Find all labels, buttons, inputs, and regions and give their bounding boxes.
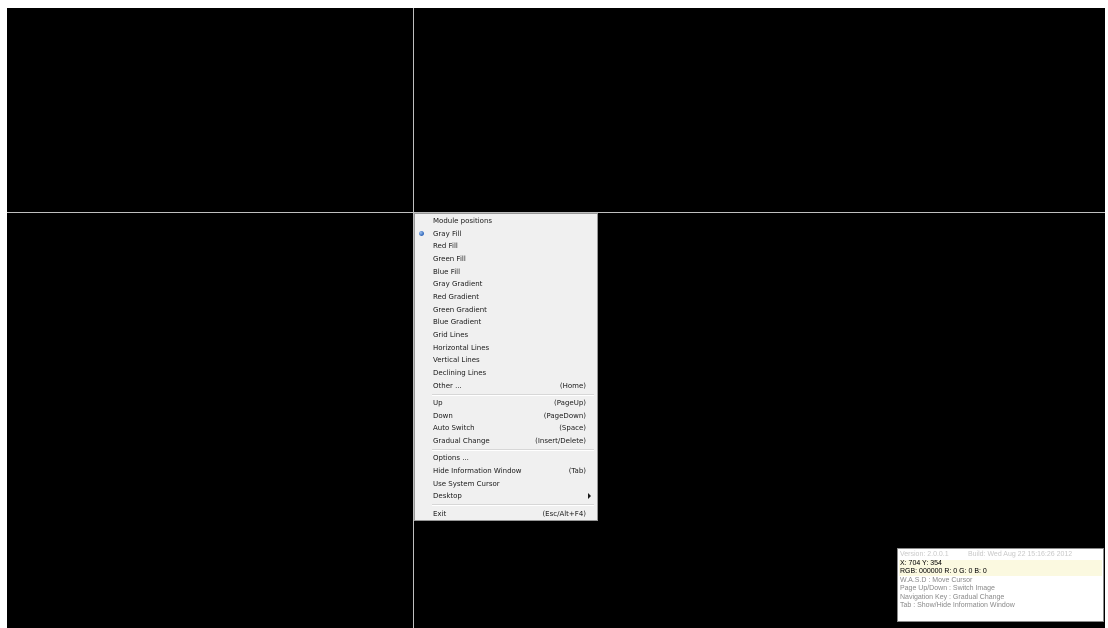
menu-item-red-fill[interactable]: Red Fill (415, 240, 597, 252)
menu-item-up[interactable]: Up (PageUp) (415, 397, 597, 409)
menu-item-blue-gradient[interactable]: Blue Gradient (415, 316, 597, 328)
menu-item-down[interactable]: Down (PageDown) (415, 410, 597, 422)
menu-item-hide-information-window[interactable]: Hide Information Window (Tab) (415, 465, 597, 477)
menu-item-gray-fill[interactable]: Gray Fill (415, 228, 597, 240)
shortcut-label: (Esc/Alt+F4) (542, 510, 586, 518)
help-toggle-info: Tab : Show/Hide Information Window (900, 602, 1015, 610)
menu-item-declining-lines[interactable]: Declining Lines (415, 367, 597, 379)
shortcut-label: (Home) (559, 382, 586, 390)
shortcut-label: (Tab) (568, 467, 586, 475)
menu-item-module-positions[interactable]: Module positions (415, 215, 597, 227)
menu-separator (432, 449, 594, 451)
menu-item-options[interactable]: Options ... (415, 452, 597, 464)
menu-item-auto-switch[interactable]: Auto Switch (Space) (415, 422, 597, 434)
shortcut-label: (PageUp) (554, 399, 586, 407)
menu-item-gradual-change[interactable]: Gradual Change (Insert/Delete) (415, 435, 597, 447)
menu-item-gray-gradient[interactable]: Gray Gradient (415, 278, 597, 290)
menu-item-blue-fill[interactable]: Blue Fill (415, 266, 597, 278)
menu-separator (432, 504, 594, 506)
menu-item-horizontal-lines[interactable]: Horizontal Lines (415, 342, 597, 354)
submenu-arrow-icon (588, 493, 591, 499)
menu-item-grid-lines[interactable]: Grid Lines (415, 329, 597, 341)
menu-item-vertical-lines[interactable]: Vertical Lines (415, 354, 597, 366)
menu-item-use-system-cursor[interactable]: Use System Cursor (415, 478, 597, 490)
menu-item-green-gradient[interactable]: Green Gradient (415, 304, 597, 316)
menu-item-red-gradient[interactable]: Red Gradient (415, 291, 597, 303)
menu-item-desktop[interactable]: Desktop (415, 490, 597, 502)
information-window: Version: 2.0.0.1 Build: Wed Aug 22 15:16… (897, 548, 1104, 622)
help-gradual-change: Navigation Key : Gradual Change (900, 593, 1005, 601)
menu-item-exit[interactable]: Exit (Esc/Alt+F4) (415, 508, 597, 520)
help-switch-image: Page Up/Down : Switch Image (900, 585, 995, 593)
menu-item-green-fill[interactable]: Green Fill (415, 253, 597, 265)
radio-selected-icon (419, 231, 424, 236)
context-menu: Module positions Gray Fill Red Fill Gree… (414, 213, 598, 521)
version-label: Version: 2.0.0.1 (900, 551, 949, 558)
version-row: Version: 2.0.0.1 Build: Wed Aug 22 15:16… (900, 551, 1101, 559)
shortcut-label: (Insert/Delete) (535, 437, 586, 445)
shortcut-label: (PageDown) (543, 412, 586, 420)
help-move-cursor: W.A.S.D : Move Cursor (900, 577, 973, 584)
shortcut-label: (Space) (559, 424, 586, 432)
menu-separator (432, 394, 594, 396)
cursor-coordinates: X: 704 Y: 354 (899, 559, 1102, 568)
menu-item-other[interactable]: Other ... (Home) (415, 380, 597, 392)
rgb-readout: RGB: 000000 R: 0 G: 0 B: 0 (899, 567, 1102, 577)
build-label: Build: Wed Aug 22 15:16:26 2012 (968, 551, 1073, 558)
